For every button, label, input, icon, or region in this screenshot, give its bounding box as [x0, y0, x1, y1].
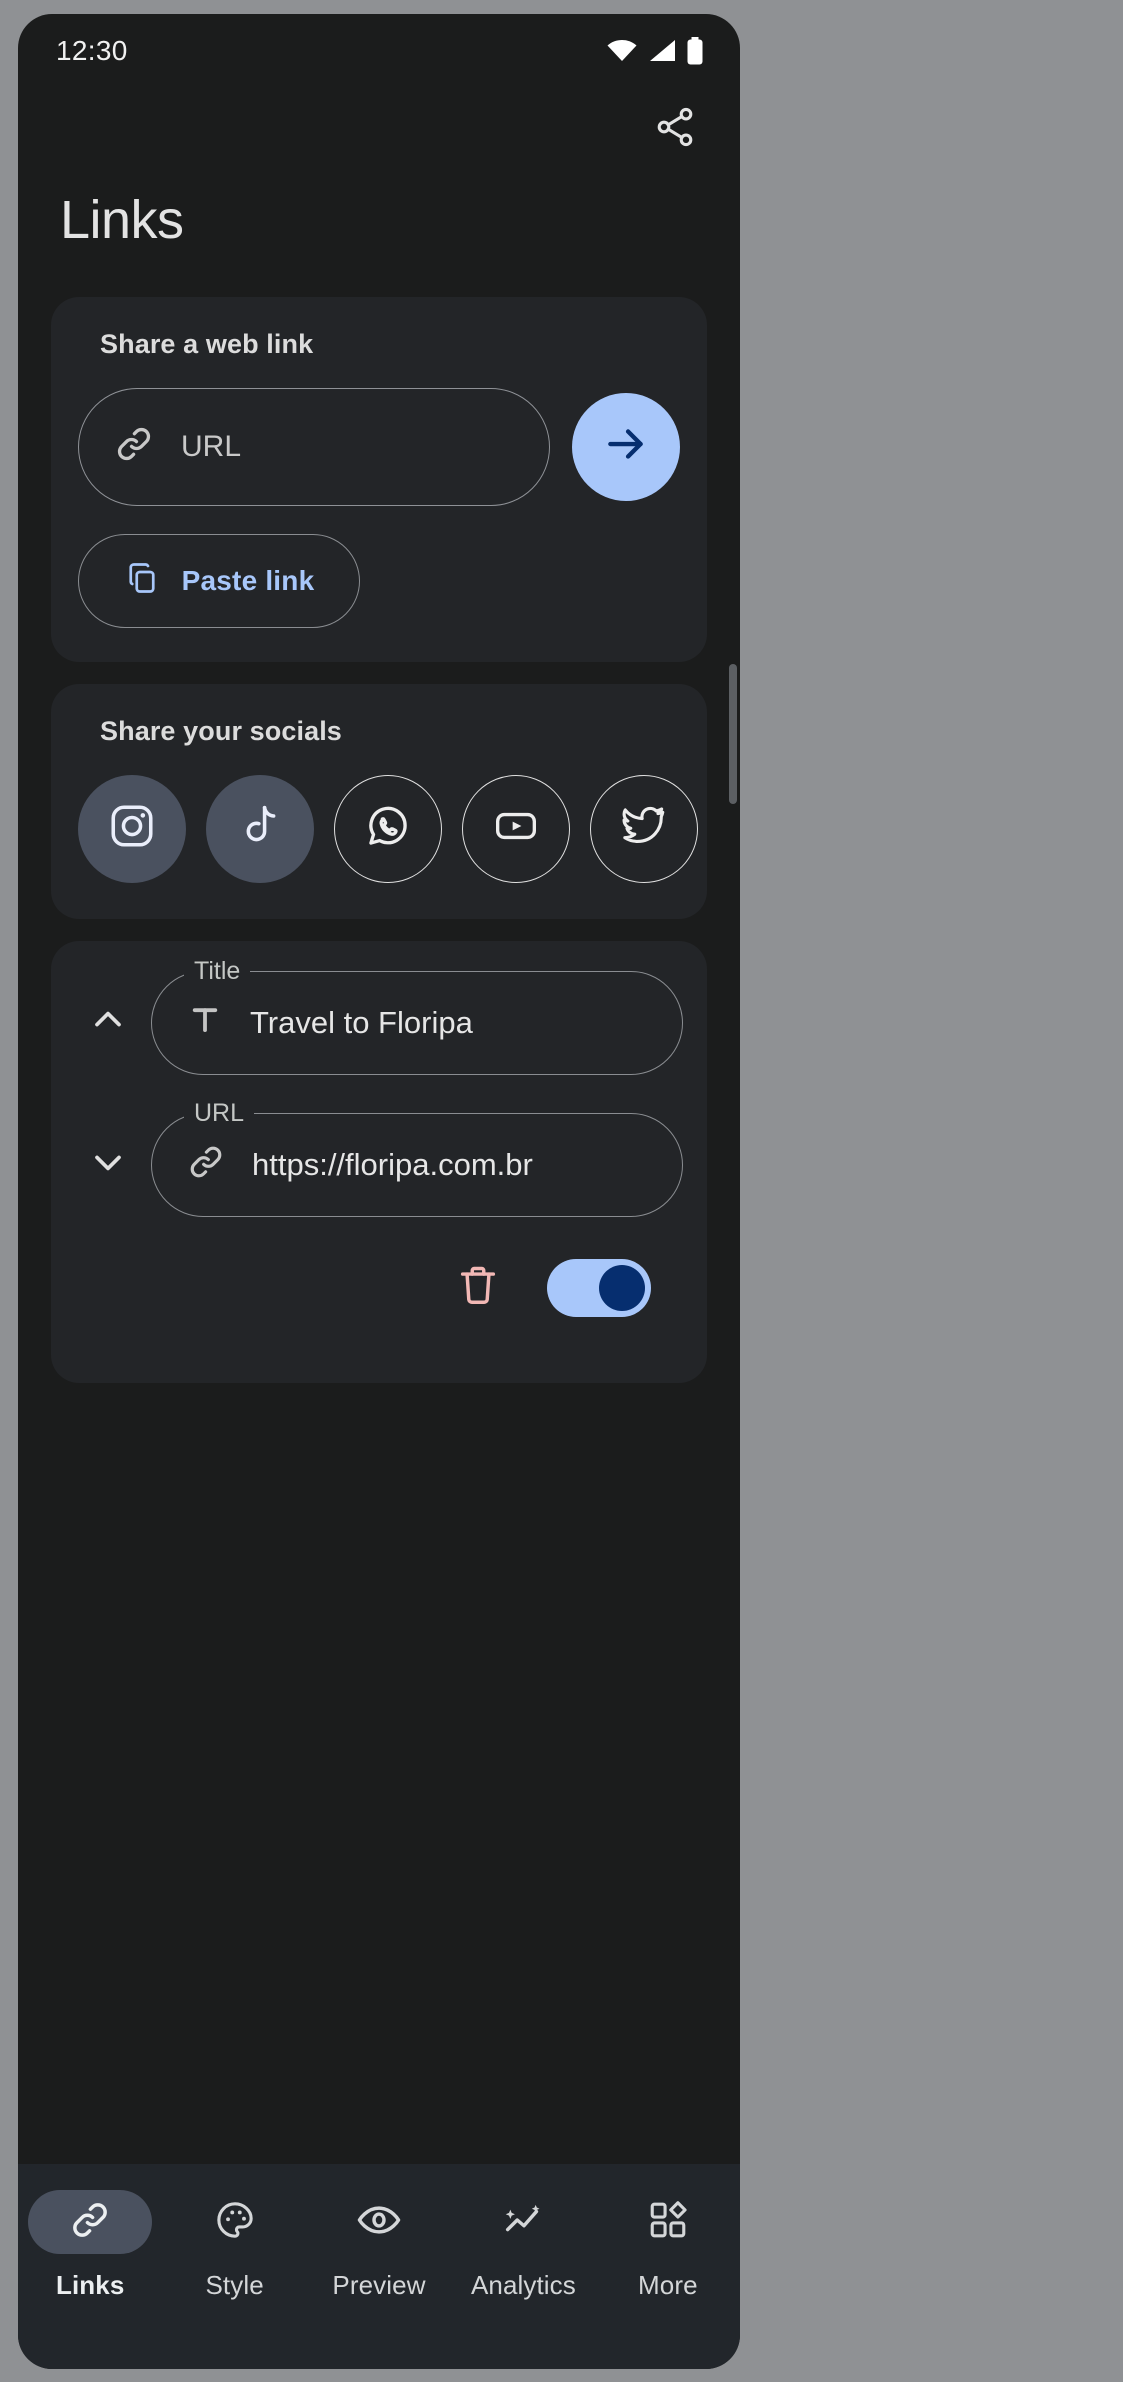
share-button[interactable]	[648, 102, 702, 156]
visibility-toggle[interactable]	[547, 1258, 651, 1317]
arrow-right-icon	[601, 419, 651, 474]
share-socials-card: Share your socials	[51, 683, 707, 919]
field-spacer	[65, 1075, 683, 1113]
link-url-value: https://floripa.com.br	[252, 1146, 533, 1182]
link-icon	[186, 1142, 226, 1187]
tiktok-icon	[235, 801, 285, 856]
canvas-right-margin	[740, 0, 1123, 2382]
wifi-icon	[606, 39, 638, 63]
nav-item-more[interactable]: More	[596, 2190, 740, 2301]
nav-label-analytics: Analytics	[470, 2270, 576, 2300]
share-icon	[653, 105, 697, 154]
link-url-input[interactable]: URL https://floripa.com.br	[151, 1097, 683, 1217]
youtube-icon	[491, 801, 541, 856]
eye-icon	[356, 2197, 402, 2248]
nav-item-preview[interactable]: Preview	[307, 2190, 451, 2301]
url-field-row: URL https://floripa.com.br	[65, 1097, 683, 1217]
social-instagram-button[interactable]	[78, 774, 186, 883]
chevron-up-icon	[86, 998, 130, 1047]
collapse-link-button[interactable]	[65, 998, 151, 1047]
link-url-label: URL	[184, 1097, 255, 1128]
copy-icon	[124, 560, 160, 601]
link-icon	[68, 2198, 112, 2247]
paste-link-label: Paste link	[181, 564, 315, 596]
share-socials-heading: Share your socials	[100, 715, 342, 746]
nav-pill-analytics	[461, 2190, 585, 2254]
url-input[interactable]: URL	[78, 387, 550, 506]
title-field-row: Title Travel to Floripa	[65, 955, 683, 1075]
link-title-value: Travel to Floripa	[250, 1004, 473, 1040]
nav-item-analytics[interactable]: Analytics	[451, 2190, 595, 2301]
analytics-sparkle-icon	[500, 2197, 546, 2248]
nav-item-style[interactable]: Style	[162, 2190, 306, 2301]
nav-pill-style	[173, 2190, 297, 2254]
cellular-signal-icon	[647, 39, 677, 63]
text-format-icon	[186, 1001, 224, 1044]
nav-label-style: Style	[205, 2270, 264, 2300]
link-title-input[interactable]: Title Travel to Floripa	[151, 955, 683, 1075]
nav-label-preview: Preview	[332, 2270, 426, 2300]
social-whatsapp-button[interactable]	[334, 774, 442, 883]
canvas-bottom-margin	[0, 2369, 1123, 2382]
trash-icon	[455, 1266, 501, 1312]
screenshot-canvas: 12:30 Links Share a web link URL Paste l…	[0, 0, 1123, 2382]
grid-more-icon	[646, 2198, 690, 2247]
toggle-knob	[599, 1264, 645, 1311]
social-tiktok-button[interactable]	[206, 774, 314, 883]
nav-pill-more	[606, 2190, 730, 2254]
nav-pill-preview	[317, 2190, 441, 2254]
link-actions-row	[65, 1258, 683, 1317]
url-input-placeholder: URL	[181, 429, 242, 463]
url-input-row: URL	[78, 387, 680, 506]
status-time: 12:30	[56, 35, 128, 66]
status-icon-group	[606, 37, 704, 65]
palette-icon	[213, 2198, 257, 2247]
delete-link-button[interactable]	[455, 1262, 501, 1313]
nav-label-links: Links	[55, 2270, 125, 2300]
share-web-link-card: Share a web link URL Paste link	[51, 296, 707, 662]
link-title-label: Title	[184, 955, 251, 986]
battery-icon	[686, 37, 704, 65]
expand-link-button[interactable]	[65, 1140, 151, 1189]
bottom-navigation-bar: Links Style Preview Analytics More	[18, 2164, 740, 2369]
status-bar: 12:30	[18, 14, 740, 88]
socials-row	[78, 774, 698, 883]
paste-link-button[interactable]: Paste link	[78, 533, 360, 628]
vertical-scrollbar[interactable]	[729, 664, 737, 804]
social-youtube-button[interactable]	[462, 774, 570, 883]
whatsapp-icon	[363, 801, 413, 856]
nav-pill-links	[28, 2190, 153, 2254]
app-bar	[18, 88, 740, 170]
share-web-link-heading: Share a web link	[100, 328, 314, 359]
page-title: Links	[60, 190, 184, 250]
scroll-content: Share a web link URL Paste link Share yo…	[18, 296, 740, 1383]
link-item-card: Title Travel to Floripa URL https://flor…	[51, 940, 707, 1383]
nav-item-links[interactable]: Links	[18, 2190, 162, 2301]
submit-url-button[interactable]	[572, 392, 680, 501]
chevron-down-icon	[86, 1140, 130, 1189]
instagram-icon	[107, 801, 157, 856]
link-icon	[113, 423, 155, 470]
social-twitter-button[interactable]	[590, 774, 698, 883]
twitter-icon	[619, 801, 669, 856]
nav-label-more: More	[638, 2270, 698, 2300]
phone-screen: 12:30 Links Share a web link URL Paste l…	[18, 14, 740, 2369]
